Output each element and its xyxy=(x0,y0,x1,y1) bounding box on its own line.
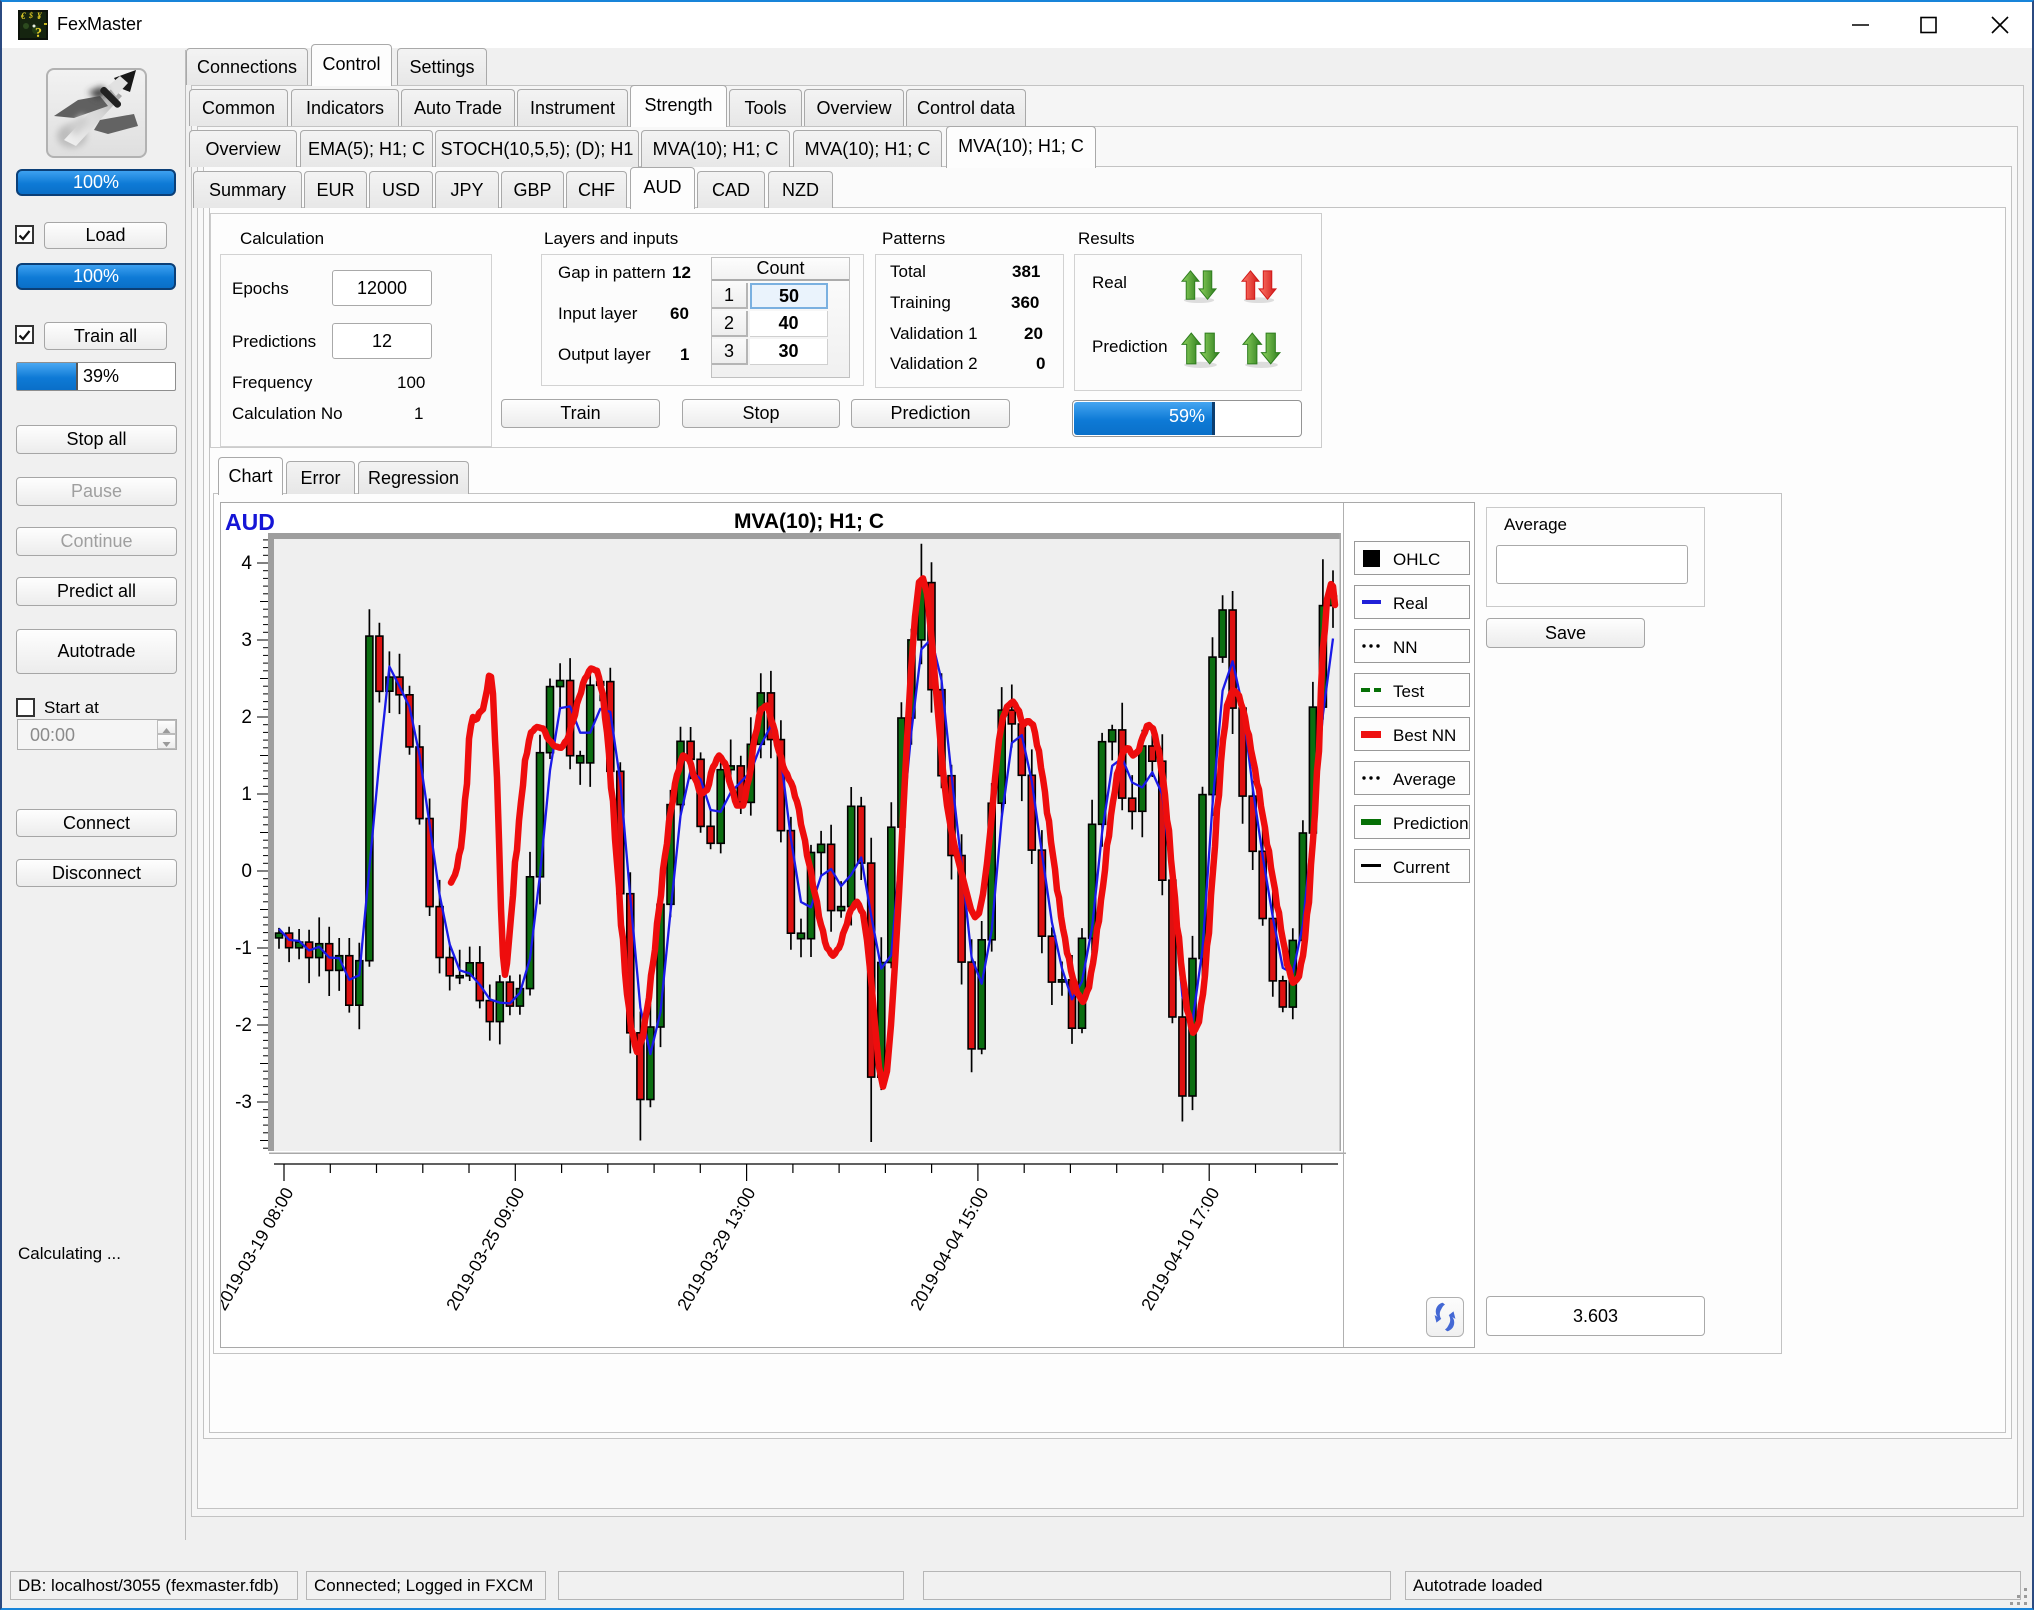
svg-text:-3: -3 xyxy=(235,1092,252,1113)
svg-text:-1: -1 xyxy=(235,938,252,959)
svg-text:1: 1 xyxy=(241,784,252,805)
svg-text:?: ? xyxy=(35,26,42,40)
svg-text:AUD: AUD xyxy=(225,509,275,535)
svg-text:-2: -2 xyxy=(235,1015,252,1036)
svg-text:MVA(10); H1; C: MVA(10); H1; C xyxy=(734,510,884,533)
svg-text:2019-04-04 15:00: 2019-04-04 15:00 xyxy=(906,1184,993,1314)
svg-text:3: 3 xyxy=(241,630,252,651)
svg-text:2019-04-10 17:00: 2019-04-10 17:00 xyxy=(1137,1184,1224,1314)
svg-text:0: 0 xyxy=(241,861,252,882)
svg-text:$: $ xyxy=(28,11,33,20)
svg-text:2019-03-29 13:00: 2019-03-29 13:00 xyxy=(673,1184,760,1314)
svg-text:2: 2 xyxy=(241,707,252,728)
svg-text:2019-03-19 08:00: 2019-03-19 08:00 xyxy=(221,1184,298,1314)
svg-text:2019-03-25 09:00: 2019-03-25 09:00 xyxy=(442,1184,529,1314)
svg-text:4: 4 xyxy=(241,553,252,574)
svg-text:€: € xyxy=(20,11,26,21)
